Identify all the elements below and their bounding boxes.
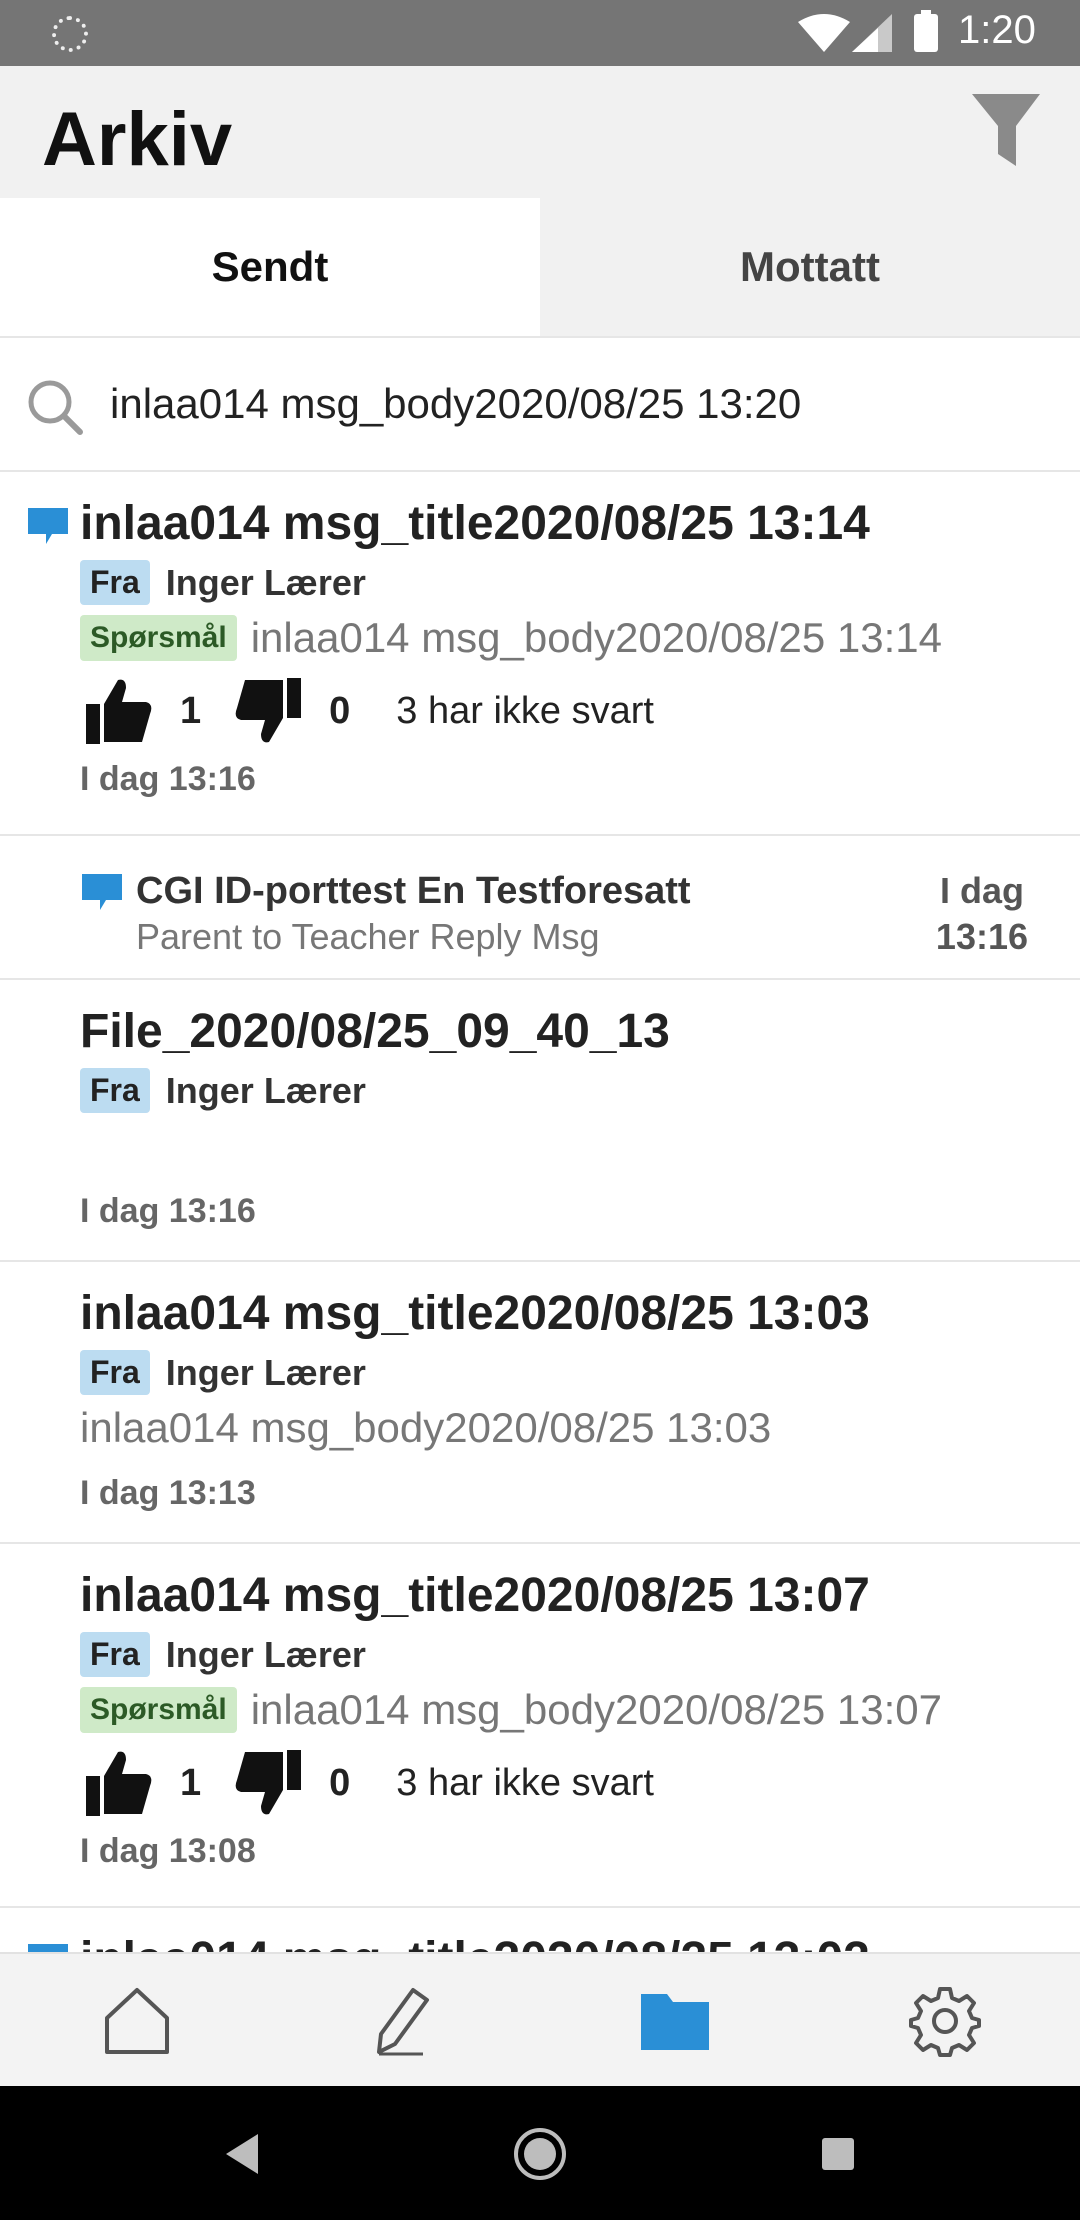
wifi-icon — [798, 14, 850, 52]
list-item[interactable]: File_2020/08/25_09_40_13 Fra Inger Lærer… — [0, 980, 1080, 1262]
likes-count: 1 — [180, 1761, 202, 1804]
body-row: inlaa014 msg_body2020/08/25 13:03 — [80, 1404, 771, 1452]
body-row: Spørsmål inlaa014 msg_body2020/08/25 13:… — [80, 1686, 942, 1734]
thumbs-up-icon — [86, 1751, 152, 1816]
filter-icon[interactable] — [970, 90, 1042, 170]
likes-count: 1 — [180, 689, 202, 732]
settings-gear-icon — [909, 1987, 981, 2057]
nav-settings[interactable] — [900, 1976, 990, 2066]
message-date: I dag 13:13 — [80, 1474, 256, 1512]
status-bar: 1:20 — [0, 0, 1080, 66]
vote-summary: 1 0 3 har ikke svart — [84, 1748, 654, 1818]
message-title: inlaa014 msg_title2020/08/25 13:07 — [80, 1569, 870, 1622]
thumbs-down-icon — [235, 1750, 302, 1815]
list-item[interactable]: inlaa014 msg_title2020/08/25 13:14 Fra I… — [0, 472, 1080, 836]
body-row: Spørsmål inlaa014 msg_body2020/08/25 13:… — [80, 614, 942, 662]
no-reply-count: 3 har ikke svart — [396, 689, 654, 732]
vote-summary: 1 0 3 har ikke svart — [84, 676, 654, 746]
message-title: inlaa014 msg_title2020/08/25 13:14 — [80, 497, 870, 550]
page-title: Arkiv — [42, 97, 233, 182]
message-date: I dag 13:08 — [80, 1832, 256, 1870]
from-badge: Fra — [80, 1350, 150, 1395]
message-date: I dag 13:16 — [80, 1192, 256, 1230]
from-badge: Fra — [80, 560, 150, 605]
reply-sender: CGI ID-porttest En Testforesatt — [136, 870, 691, 912]
message-title: inlaa014 msg_title2020/08/25 13:03 — [80, 1287, 870, 1340]
message-title: inlaa014 msg_title2020/08/25 13:02 — [80, 1932, 870, 1952]
message-preview: inlaa014 msg_body2020/08/25 13:03 — [80, 1404, 772, 1451]
reply-item[interactable]: CGI ID-porttest En Testforesatt Parent t… — [0, 836, 1080, 980]
sender-name: Inger Lærer — [165, 1069, 366, 1111]
from-badge: Fra — [80, 1632, 150, 1677]
archive-folder-icon — [641, 1994, 709, 2050]
nav-archive[interactable] — [630, 1976, 720, 2066]
sender-row: Fra Inger Lærer — [80, 1632, 366, 1677]
question-badge: Spørsmål — [80, 615, 237, 661]
home-circle-icon — [514, 2128, 566, 2180]
recents-button[interactable] — [806, 2122, 870, 2186]
search-input[interactable]: inlaa014 msg_body2020/08/25 13:20 — [110, 380, 801, 428]
search-icon — [28, 380, 83, 435]
sender-name: Inger Lærer — [165, 561, 366, 603]
tab-bar: Sendt Mottatt — [0, 198, 1080, 338]
message-title: File_2020/08/25_09_40_13 — [80, 1005, 670, 1058]
reply-preview: Parent to Teacher Reply Msg — [136, 916, 600, 957]
list-item[interactable]: inlaa014 msg_title2020/08/25 13:02 — [0, 1908, 1080, 1952]
back-triangle-icon — [226, 2134, 258, 2174]
back-button[interactable] — [210, 2122, 274, 2186]
status-time: 1:20 — [958, 8, 1036, 52]
chat-bubble-icon — [82, 874, 122, 910]
search-bar[interactable]: inlaa014 msg_body2020/08/25 13:20 — [0, 338, 1080, 472]
sender-row: Fra Inger Lærer — [80, 1350, 366, 1395]
reply-date-time: 13:16 — [935, 916, 1028, 957]
message-list[interactable]: inlaa014 msg_title2020/08/25 13:14 Fra I… — [0, 472, 1080, 1952]
tab-mottatt[interactable]: Mottatt — [540, 198, 1080, 336]
from-badge: Fra — [80, 1068, 150, 1113]
message-date: I dag 13:16 — [80, 760, 256, 798]
sync-icon — [52, 16, 88, 52]
app-header: Arkiv — [0, 66, 1080, 198]
system-navigation-bar — [0, 2086, 1080, 2220]
sender-row: Fra Inger Lærer — [80, 1068, 366, 1113]
message-preview: inlaa014 msg_body2020/08/25 13:07 — [250, 1686, 942, 1733]
reply-date-day: I dag — [939, 870, 1024, 911]
battery-icon — [914, 10, 938, 52]
question-badge: Spørsmål — [80, 1687, 237, 1733]
nav-compose[interactable] — [358, 1976, 448, 2066]
recents-square-icon — [822, 2138, 854, 2170]
bottom-navigation — [0, 1952, 1080, 2086]
sender-name: Inger Lærer — [165, 1633, 366, 1675]
sender-row: Fra Inger Lærer — [80, 560, 366, 605]
compose-icon — [377, 1988, 429, 2056]
dislikes-count: 0 — [329, 689, 351, 732]
home-button[interactable] — [508, 2122, 572, 2186]
no-reply-count: 3 har ikke svart — [396, 1761, 654, 1804]
chat-bubble-icon — [28, 508, 68, 544]
list-item[interactable]: inlaa014 msg_title2020/08/25 13:03 Fra I… — [0, 1262, 1080, 1544]
reply-date: I dag 13:16 — [936, 868, 1028, 960]
dislikes-count: 0 — [329, 1761, 351, 1804]
list-item[interactable]: inlaa014 msg_title2020/08/25 13:07 Fra I… — [0, 1544, 1080, 1908]
signal-icon — [852, 14, 892, 52]
thumbs-up-icon — [86, 679, 152, 744]
message-preview: inlaa014 msg_body2020/08/25 13:14 — [250, 614, 942, 661]
home-icon — [105, 1988, 169, 2054]
thumbs-down-icon — [235, 678, 302, 743]
nav-home[interactable] — [92, 1976, 182, 2066]
sender-name: Inger Lærer — [165, 1351, 366, 1393]
chat-bubble-icon — [28, 1944, 68, 1952]
tab-sendt[interactable]: Sendt — [0, 198, 540, 336]
